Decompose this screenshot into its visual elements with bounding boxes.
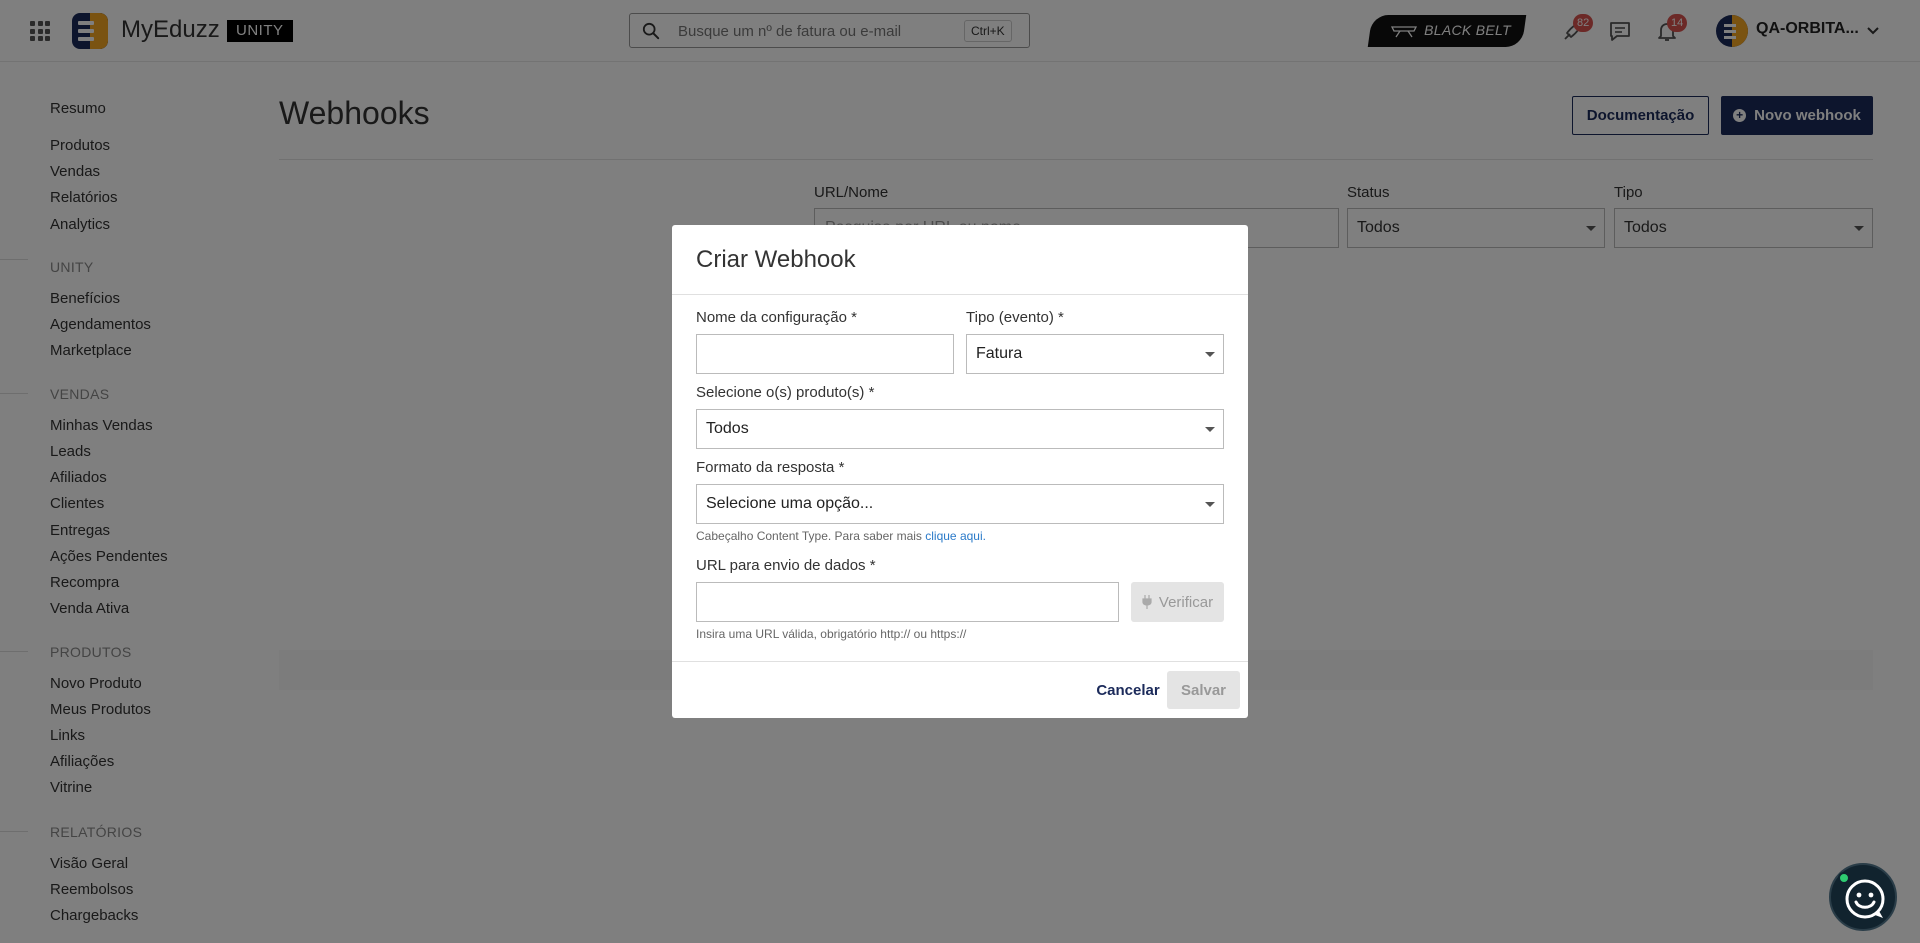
response-format-select[interactable]: Selecione uma opção...: [696, 484, 1224, 524]
config-name-label: Nome da configuração *: [696, 309, 857, 326]
url-input[interactable]: [696, 582, 1119, 622]
save-button[interactable]: Salvar: [1167, 671, 1240, 709]
products-label: Selecione o(s) produto(s) *: [696, 384, 875, 401]
modal-footer-divider: [672, 661, 1248, 662]
plug-icon: [1142, 595, 1152, 609]
url-label: URL para envio de dados *: [696, 557, 876, 574]
verify-label: Verificar: [1158, 593, 1214, 611]
event-type-select[interactable]: Fatura: [966, 334, 1224, 374]
products-value: Todos: [706, 420, 749, 437]
caret-down-icon: [1205, 352, 1215, 357]
products-select[interactable]: Todos: [696, 409, 1224, 449]
online-status-dot: [1838, 872, 1850, 884]
event-type-value: Fatura: [976, 345, 1023, 362]
modal-title: Criar Webhook: [696, 246, 856, 273]
learn-more-link[interactable]: clique aqui.: [925, 529, 986, 543]
response-format-help-text: Cabeçalho Content Type. Para saber mais: [696, 529, 926, 543]
cancel-button[interactable]: Cancelar: [1074, 671, 1182, 709]
verify-button[interactable]: Verificar: [1131, 582, 1224, 622]
create-webhook-modal: Criar Webhook Nome da configuração * Tip…: [672, 225, 1248, 718]
config-name-input[interactable]: [696, 334, 954, 374]
caret-down-icon: [1205, 427, 1215, 432]
caret-down-icon: [1205, 502, 1215, 507]
modal-header-divider: [672, 294, 1248, 295]
response-format-label: Formato da resposta *: [696, 459, 845, 476]
event-type-label: Tipo (evento) *: [966, 309, 1064, 326]
url-help: Insira uma URL válida, obrigatório http:…: [696, 627, 967, 641]
response-format-help: Cabeçalho Content Type. Para saber mais …: [696, 529, 986, 543]
response-format-value: Selecione uma opção...: [706, 495, 874, 512]
